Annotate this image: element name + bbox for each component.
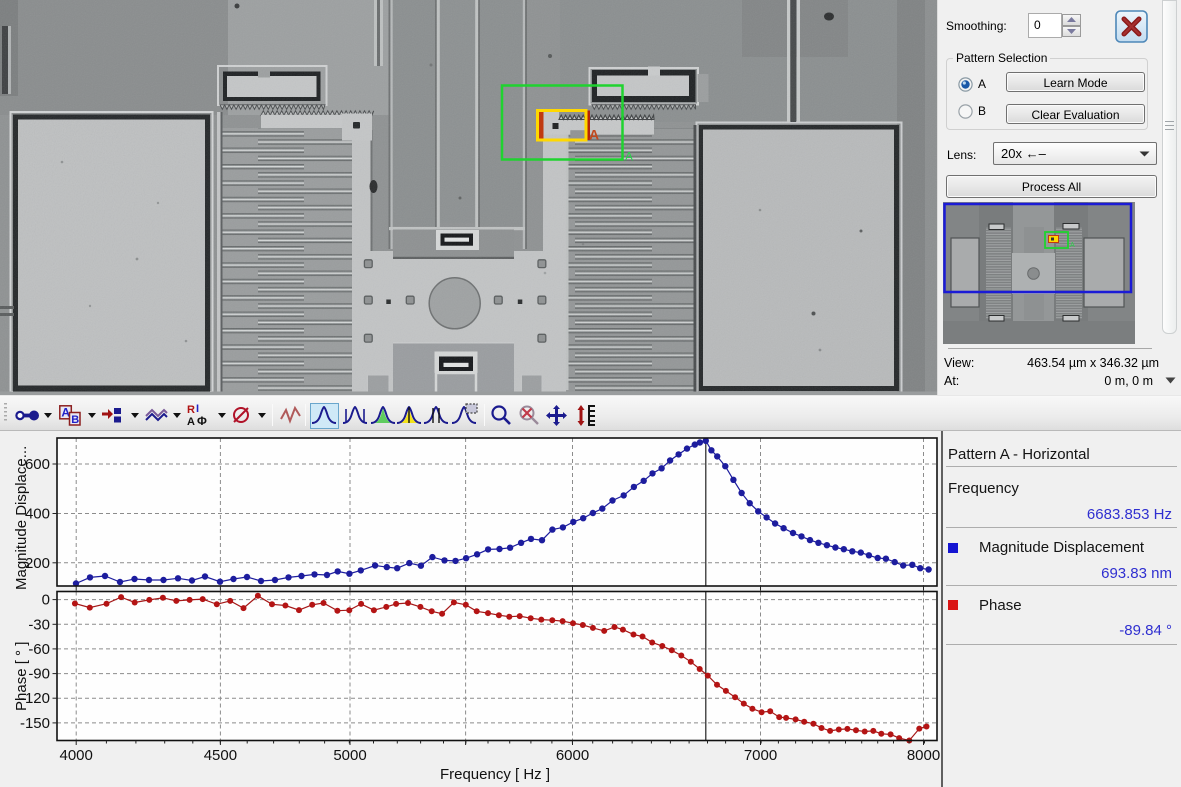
svg-text:Phase [ ° ]: Phase [ ° ] <box>13 642 30 711</box>
svg-text:A: A <box>1070 242 1075 249</box>
svg-text:4500: 4500 <box>204 747 237 764</box>
svg-text:6000: 6000 <box>556 747 589 764</box>
svg-text:-60: -60 <box>28 641 50 658</box>
svg-text:5000: 5000 <box>333 747 366 764</box>
svg-text:7000: 7000 <box>744 747 777 764</box>
svg-text:B: B <box>71 414 79 426</box>
svg-text:A: A <box>625 150 633 164</box>
svg-text:Φ: Φ <box>197 414 207 427</box>
svg-text:-30: -30 <box>28 616 50 633</box>
svg-text:Frequency [ Hz ]: Frequency [ Hz ] <box>440 766 550 783</box>
svg-text:A: A <box>187 416 195 427</box>
svg-text:8000: 8000 <box>907 747 940 764</box>
svg-text:0: 0 <box>42 592 50 609</box>
svg-text:R: R <box>187 404 195 416</box>
svg-text:Magnitude Displace...: Magnitude Displace... <box>13 446 30 590</box>
svg-text:A: A <box>589 127 599 143</box>
svg-text:-90: -90 <box>28 666 50 683</box>
svg-text:4000: 4000 <box>60 747 93 764</box>
svg-text:-150: -150 <box>20 715 50 732</box>
